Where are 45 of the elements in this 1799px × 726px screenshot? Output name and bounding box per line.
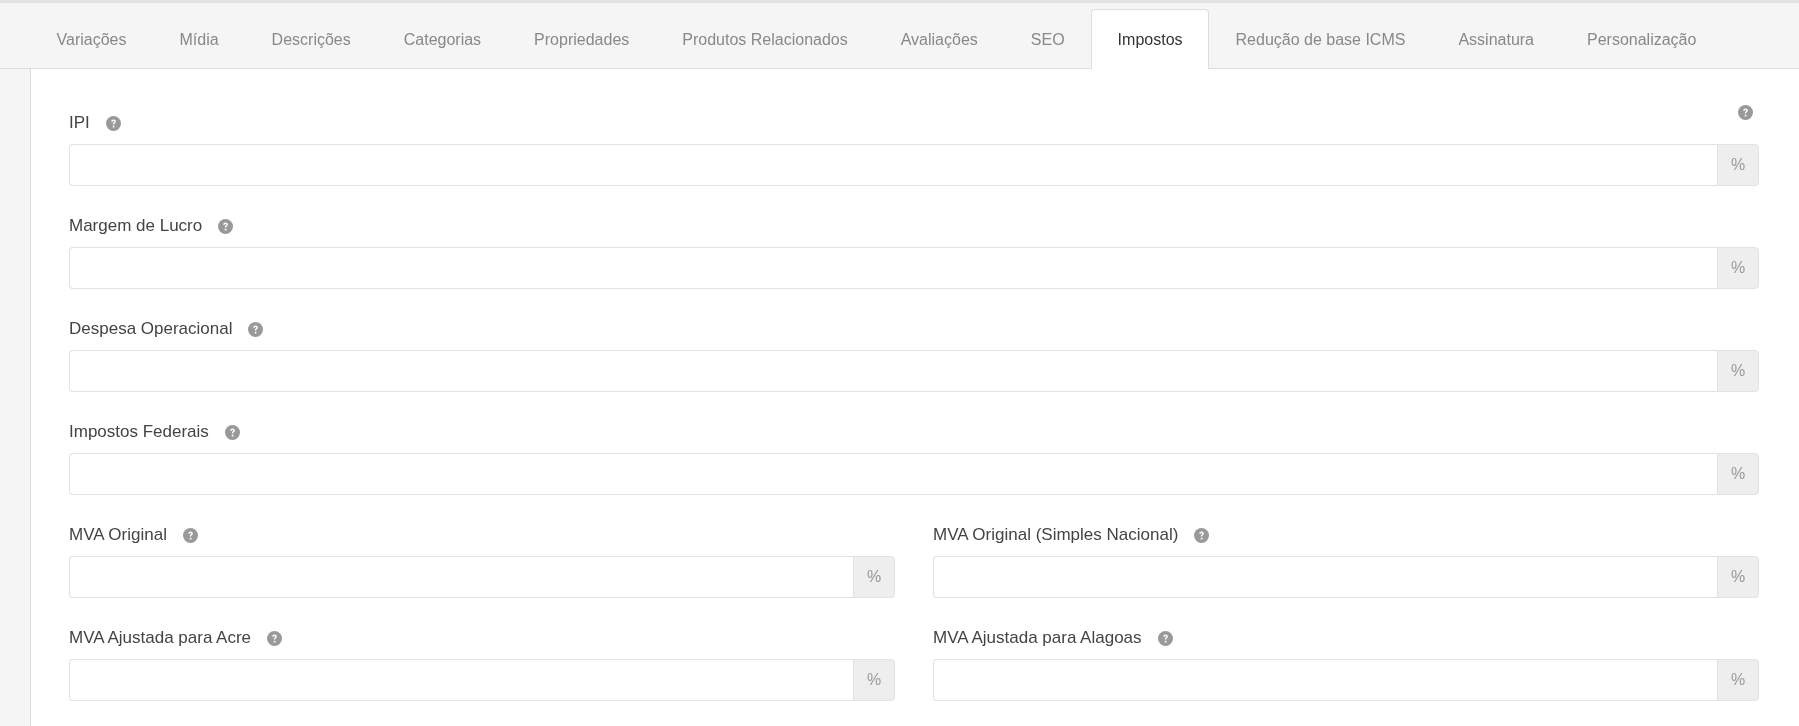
field-label: Despesa Operacional	[69, 319, 233, 339]
unit-addon: %	[1717, 453, 1759, 495]
help-icon[interactable]	[1194, 527, 1210, 543]
input-field[interactable]	[69, 350, 1717, 392]
tab[interactable]: Impostos	[1091, 9, 1210, 69]
tab[interactable]: Redução de base ICMS	[1209, 9, 1432, 69]
input-field[interactable]	[69, 659, 853, 701]
input-field[interactable]	[69, 556, 853, 598]
field-label: MVA Original	[69, 525, 167, 545]
tab[interactable]: SEO	[1004, 9, 1092, 69]
field-label: Margem de Lucro	[69, 216, 203, 236]
unit-addon: %	[1717, 350, 1759, 392]
unit-addon: %	[853, 556, 895, 598]
input-field[interactable]	[69, 453, 1717, 495]
unit-addon: %	[1717, 659, 1759, 701]
field-label: IPI	[69, 113, 90, 133]
tab[interactable]: Propriedades	[507, 9, 656, 69]
tab[interactable]: Avaliações	[874, 9, 1005, 69]
tab[interactable]: Personalização	[1560, 9, 1723, 69]
help-icon[interactable]	[182, 527, 198, 543]
tab[interactable]: Variações	[30, 9, 153, 69]
help-icon[interactable]	[224, 424, 240, 440]
help-icon[interactable]	[1157, 630, 1173, 646]
help-icon[interactable]	[248, 321, 264, 337]
unit-addon: %	[1717, 144, 1759, 186]
input-field[interactable]	[933, 556, 1717, 598]
help-icon[interactable]	[1738, 105, 1753, 120]
input-field[interactable]	[69, 247, 1717, 289]
field-label: MVA Ajustada para Acre	[69, 628, 252, 648]
help-icon[interactable]	[105, 115, 121, 131]
unit-addon: %	[1717, 556, 1759, 598]
tab[interactable]: Mídia	[152, 9, 246, 69]
field-label: MVA Ajustada para Alagoas	[933, 628, 1142, 648]
input-field[interactable]	[933, 659, 1717, 701]
input-field[interactable]	[69, 144, 1717, 186]
tab[interactable]: Descrições	[245, 9, 378, 69]
unit-addon: %	[1717, 247, 1759, 289]
field-label: MVA Original (Simples Nacional)	[933, 525, 1179, 545]
tab[interactable]: Categorias	[377, 9, 508, 69]
field-label: Impostos Federais	[69, 422, 209, 442]
tab[interactable]: Produtos Relacionados	[655, 9, 875, 69]
tab[interactable]: Assinatura	[1431, 9, 1561, 69]
help-icon[interactable]	[267, 630, 283, 646]
unit-addon: %	[853, 659, 895, 701]
help-icon[interactable]	[218, 218, 234, 234]
